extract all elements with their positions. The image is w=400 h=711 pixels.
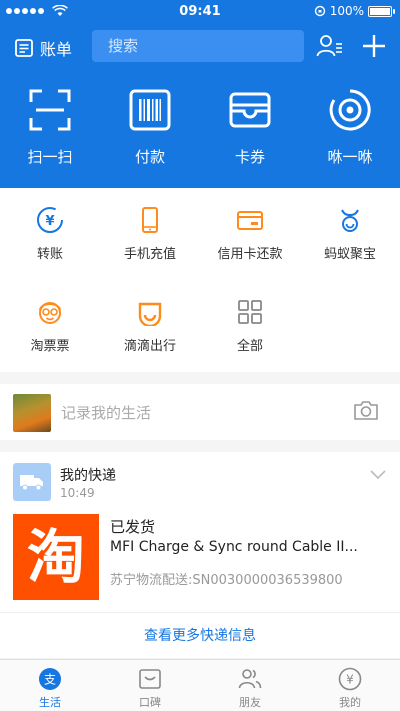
- more-express-link[interactable]: 查看更多快递信息: [0, 625, 400, 645]
- shake-label: 咻一咻: [327, 148, 373, 166]
- divider: [0, 612, 400, 613]
- cards-label: 卡券: [234, 148, 265, 166]
- bill-icon: [15, 39, 33, 57]
- bill-button[interactable]: 账单: [14, 36, 72, 60]
- life-placeholder: 记录我的生活: [61, 404, 152, 422]
- grid-label-credit-card: 信用卡还款: [217, 247, 283, 262]
- friends-icon: [238, 669, 262, 689]
- tracking-number: 苏宁物流配送:SN0030000036539800: [110, 573, 343, 588]
- grid-label-ant-fortune: 蚂蚁聚宝: [323, 247, 376, 262]
- express-title: 我的快递: [60, 468, 116, 484]
- express-card: 我的快递 10:49 淘 已发货 MFI Charge & Sync round…: [0, 452, 400, 658]
- grid-label-taopiaopiao: 淘票票: [30, 339, 70, 354]
- ant-icon: [341, 209, 359, 232]
- grid-item-taopiaopiao[interactable]: 淘票票: [0, 280, 100, 372]
- life-icon: 支: [39, 668, 61, 690]
- grid-icon: [238, 300, 262, 324]
- shake-button[interactable]: 咻一咻: [300, 86, 400, 167]
- tab-bar: 支 生活 口碑 朋友 ¥ 我的: [0, 659, 400, 711]
- transfer-icon: ¥: [37, 207, 63, 233]
- profile-icon: ¥: [338, 667, 362, 691]
- pay-button[interactable]: 付款: [100, 86, 200, 167]
- battery-percent: 100%: [329, 4, 364, 18]
- quick-actions: 扫一扫 付款 卡券 咻一咻: [0, 86, 400, 167]
- grid-item-mobile-topup[interactable]: 手机充值: [100, 188, 200, 280]
- bill-label: 账单: [40, 40, 73, 59]
- header: 账单 扫一扫: [0, 24, 400, 188]
- pay-label: 付款: [134, 148, 165, 166]
- scan-icon: [29, 89, 71, 131]
- grid-item-didi[interactable]: 滴滴出行: [100, 280, 200, 372]
- search-input[interactable]: [108, 37, 302, 55]
- grid-item-transfer[interactable]: ¥ 转账: [0, 188, 100, 280]
- grid-label-mobile-topup: 手机充值: [123, 247, 176, 262]
- scan-label: 扫一扫: [27, 148, 73, 166]
- svg-text:¥: ¥: [346, 673, 354, 687]
- chevron-down-icon[interactable]: [370, 470, 386, 480]
- phone-icon: [142, 207, 158, 233]
- tab-life[interactable]: 支 生活: [0, 660, 100, 711]
- truck-icon: [20, 475, 43, 491]
- grid-item-all[interactable]: 全部: [200, 280, 300, 372]
- credit-card-icon: [237, 211, 263, 230]
- barcode-icon: [129, 89, 171, 131]
- search-box[interactable]: [92, 30, 304, 62]
- svg-text:支: 支: [44, 673, 56, 687]
- tab-label-life: 生活: [39, 696, 61, 709]
- battery-icon: [368, 5, 395, 17]
- grid-label-didi: 滴滴出行: [123, 339, 176, 354]
- camera-icon[interactable]: [353, 399, 379, 421]
- tab-friends[interactable]: 朋友: [200, 660, 300, 711]
- taobao-logo-text: 淘: [26, 523, 85, 591]
- plus-icon[interactable]: [360, 32, 388, 60]
- grid-item-ant-fortune[interactable]: 蚂蚁聚宝: [300, 188, 400, 280]
- product-name[interactable]: MFI Charge & Sync round Cable II...: [110, 539, 386, 555]
- ticket-mascot-icon: [39, 302, 61, 324]
- koubei-icon: [139, 669, 161, 689]
- status-bar: 09:41 100%: [0, 0, 400, 24]
- life-thumbnail: [13, 394, 51, 432]
- grid-label-transfer: 转账: [36, 247, 63, 262]
- grid-item-credit-card[interactable]: 信用卡还款: [200, 188, 300, 280]
- tab-profile[interactable]: ¥ 我的: [300, 660, 400, 711]
- wallet-icon: [229, 92, 271, 128]
- life-record-card[interactable]: 记录我的生活: [0, 384, 400, 440]
- didi-icon: [138, 302, 162, 326]
- rotation-lock-icon: [314, 5, 325, 17]
- shake-icon: [329, 89, 371, 131]
- contacts-icon[interactable]: [316, 34, 344, 58]
- cards-button[interactable]: 卡券: [200, 86, 300, 167]
- tab-koubei[interactable]: 口碑: [100, 660, 200, 711]
- grid-label-all: 全部: [236, 339, 263, 354]
- tab-label-koubei: 口碑: [139, 696, 161, 709]
- shipment-status: 已发货: [110, 518, 156, 536]
- tab-label-profile: 我的: [339, 696, 361, 709]
- scan-button[interactable]: 扫一扫: [0, 86, 100, 167]
- delivery-truck-badge: [13, 463, 51, 501]
- taobao-logo[interactable]: 淘: [13, 514, 99, 600]
- svg-text:¥: ¥: [45, 214, 54, 229]
- service-grid: ¥ 转账 手机充值 信用卡还款 蚂蚁聚宝 淘票票 滴滴出行 全部: [0, 188, 400, 372]
- express-time: 10:49: [60, 486, 95, 500]
- tab-label-friends: 朋友: [239, 696, 261, 709]
